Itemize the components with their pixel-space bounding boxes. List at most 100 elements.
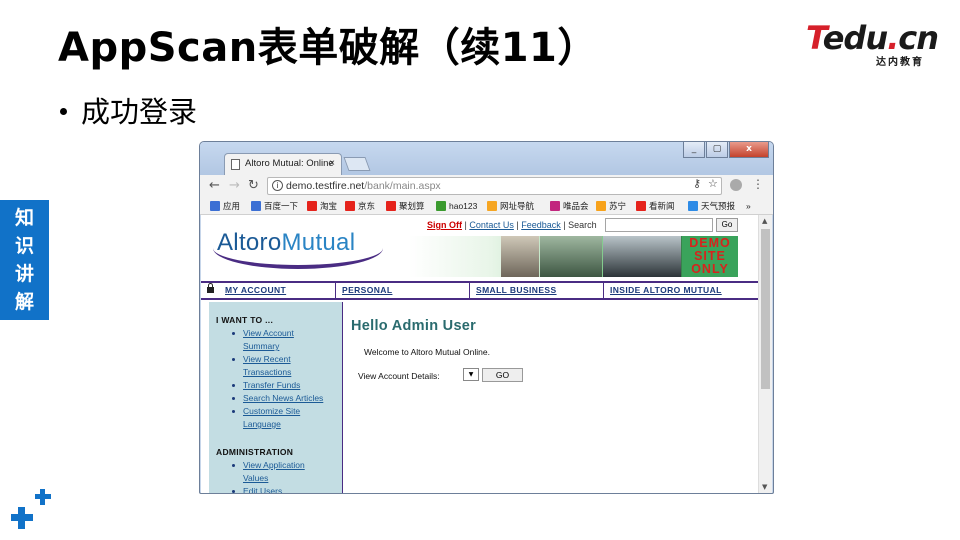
sidebar-heading: I WANT TO ... xyxy=(216,315,274,325)
bookmark-label: 看新闻 xyxy=(649,201,675,211)
edit-users-link[interactable]: Edit Users xyxy=(231,485,282,493)
bookmark-item[interactable]: 百度一下 xyxy=(251,200,298,212)
top-links: Sign Off | Contact Us | Feedback | Searc… xyxy=(427,220,597,230)
search-go-button[interactable]: Go xyxy=(716,218,738,232)
bookmark-item[interactable]: 苏宁 xyxy=(596,200,626,212)
bookmark-icon xyxy=(636,201,646,211)
transfer-funds-link[interactable]: Transfer Funds xyxy=(231,379,300,392)
tab-small-business[interactable]: SMALL BUSINESS xyxy=(476,283,557,298)
bookmark-item[interactable]: 天气预报 xyxy=(688,200,735,212)
back-icon[interactable]: ← xyxy=(209,178,220,194)
view-application-values-link[interactable]: View Application xyxy=(232,459,305,472)
close-window-button[interactable]: x xyxy=(729,142,769,158)
forward-icon[interactable]: → xyxy=(229,178,240,194)
lock-icon xyxy=(207,283,214,293)
customize-language-link[interactable]: Language xyxy=(243,418,281,431)
bookmark-label: » xyxy=(746,201,751,211)
search-news-link[interactable]: Search News Articles xyxy=(231,392,323,405)
tab-title: Altoro Mutual: Online xyxy=(245,158,334,169)
header-banner: DEMO SITE ONLY xyxy=(409,236,738,277)
bookmark-item[interactable]: 应用 xyxy=(210,200,240,212)
go-button[interactable]: GO xyxy=(482,368,523,382)
key-icon[interactable]: ⚷ xyxy=(693,177,701,190)
bookmark-label: 百度一下 xyxy=(264,201,299,211)
tedu-logo: Tedu.cn 达内教育 xyxy=(806,19,939,70)
sidebar-admin-heading: ADMINISTRATION xyxy=(216,447,294,457)
page-heading: Hello Admin User xyxy=(351,318,477,334)
demo-site-stamp: DEMO SITE ONLY xyxy=(682,236,738,277)
browser-window: Altoro Mutual: Online × _ ▢ x ← → ↻ i de… xyxy=(199,141,774,494)
logo-subtitle: 达内教育 xyxy=(876,57,924,68)
logo-wordmark: Tedu.cn xyxy=(806,19,939,57)
bookmark-item[interactable]: hao123 xyxy=(436,200,477,212)
bookmark-icon xyxy=(251,201,261,211)
banner-photo-2 xyxy=(540,236,602,277)
view-recent-transactions-link[interactable]: View Recent xyxy=(232,353,291,366)
search-input[interactable] xyxy=(605,218,713,232)
search-label: Search xyxy=(568,220,597,230)
bookmark-icon xyxy=(550,201,560,211)
bookmark-label: 苏宁 xyxy=(609,201,627,211)
bookmark-icon xyxy=(210,201,220,211)
bookmark-label: 网址导航 xyxy=(500,201,535,211)
bookmark-label: 应用 xyxy=(223,201,241,211)
altoro-logo[interactable]: AltoroMutual xyxy=(217,229,355,257)
bullet-text: 成功登录 xyxy=(81,95,198,129)
reload-icon[interactable]: ↻ xyxy=(248,178,259,194)
view-recent-transactions-link[interactable]: Transactions xyxy=(243,366,291,379)
bookmark-icon xyxy=(436,201,446,211)
view-account-summary-link[interactable]: Summary xyxy=(243,340,279,353)
bookmark-item[interactable]: 聚划算 xyxy=(386,200,425,212)
contact-link[interactable]: Contact Us xyxy=(469,220,514,230)
welcome-text: Welcome to Altoro Mutual Online. xyxy=(364,347,490,357)
info-icon[interactable]: i xyxy=(272,180,283,191)
address-bar[interactable]: i demo.testfire.net/bank/main.aspx xyxy=(267,177,722,195)
window-controls: _ ▢ x xyxy=(683,142,769,160)
scroll-thumb[interactable] xyxy=(761,229,770,389)
bookmark-label: 京东 xyxy=(358,201,376,211)
bookmark-label: 聚划算 xyxy=(399,201,425,211)
side-tab-char: 解 xyxy=(14,291,34,313)
bookmark-item[interactable]: 看新闻 xyxy=(636,200,675,212)
scroll-up-icon[interactable]: ▲ xyxy=(762,217,767,225)
extension-icon[interactable] xyxy=(730,179,742,191)
customize-language-link[interactable]: Customize Site xyxy=(231,405,300,418)
bookmark-icon xyxy=(345,201,355,211)
side-tab-char: 讲 xyxy=(14,263,34,285)
bookmark-item[interactable]: 唯品会 xyxy=(550,200,589,212)
scroll-down-icon[interactable]: ▼ xyxy=(762,483,767,491)
bookmark-icon xyxy=(487,201,497,211)
tab-close-icon[interactable]: × xyxy=(329,154,335,174)
vertical-scrollbar[interactable]: ▲ ▼ xyxy=(758,215,772,493)
bookmark-item[interactable]: 淘宝 xyxy=(307,200,337,212)
browser-tab[interactable]: Altoro Mutual: Online × xyxy=(224,153,342,175)
tab-personal[interactable]: PERSONAL xyxy=(342,283,392,298)
feedback-link[interactable]: Feedback xyxy=(521,220,561,230)
side-tab-char: 识 xyxy=(14,235,34,257)
url-host: demo.testfire.net xyxy=(286,180,365,192)
url-path: /bank/main.aspx xyxy=(364,180,441,192)
bookmark-icon xyxy=(386,201,396,211)
maximize-button[interactable]: ▢ xyxy=(706,142,728,158)
bookmark-item[interactable]: 网址导航 xyxy=(487,200,534,212)
browser-toolbar: ← → ↻ i demo.testfire.net/bank/main.aspx xyxy=(200,175,773,197)
view-account-summary-link[interactable]: View Account xyxy=(232,327,294,340)
web-page: AltoroMutual Sign Off | Contact Us | Fee… xyxy=(201,215,758,493)
minimize-button[interactable]: _ xyxy=(683,142,705,158)
sign-off-link[interactable]: Sign Off xyxy=(427,220,462,230)
bookmark-item[interactable]: » xyxy=(746,200,751,212)
view-application-values-link[interactable]: Values xyxy=(243,472,268,485)
tab-inside-altoro[interactable]: INSIDE ALTORO MUTUAL xyxy=(610,283,722,298)
new-tab-button[interactable] xyxy=(343,157,371,171)
star-icon[interactable]: ☆ xyxy=(708,177,718,190)
menu-icon[interactable]: ⋮ xyxy=(752,177,764,191)
slide-title: AppScan表单破解（续11） xyxy=(58,25,598,71)
slide-bullet: 成功登录 xyxy=(60,92,197,132)
tab-bar: Altoro Mutual: Online × _ ▢ x xyxy=(200,142,773,175)
account-details-label: View Account Details: xyxy=(358,371,440,381)
account-select[interactable]: ▼ xyxy=(463,368,479,381)
bookmark-item[interactable]: 京东 xyxy=(345,200,375,212)
banner-photo-3 xyxy=(603,236,681,277)
tab-my-account[interactable]: MY ACCOUNT xyxy=(225,283,286,298)
bookmark-icon xyxy=(688,201,698,211)
